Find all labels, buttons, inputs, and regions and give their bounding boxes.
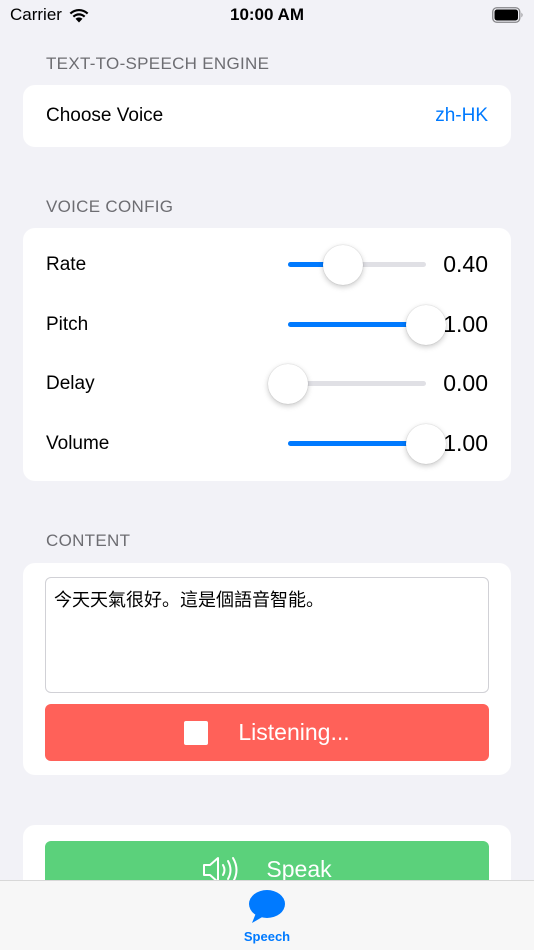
tab-speech-label: Speech xyxy=(243,929,291,944)
pitch-label: Pitch xyxy=(46,314,89,335)
rate-row: Rate 0.40 xyxy=(23,243,511,287)
stop-icon xyxy=(184,720,209,745)
rate-slider[interactable] xyxy=(288,245,426,285)
pitch-slider-thumb[interactable] xyxy=(406,305,446,345)
tab-bar: Speech xyxy=(0,880,534,950)
volume-slider[interactable] xyxy=(288,424,446,464)
rate-label: Rate xyxy=(46,254,87,275)
status-bar: Carrier 10:00 AM xyxy=(0,0,534,30)
delay-slider[interactable] xyxy=(268,364,426,404)
delay-value: 0.00 xyxy=(443,370,488,396)
content-card: 今天天氣很好。這是個語音智能。 Listening... xyxy=(23,563,511,775)
choose-voice-label: Choose Voice xyxy=(46,105,164,126)
volume-slider-thumb[interactable] xyxy=(406,424,446,464)
speech-bubble-icon xyxy=(249,890,285,923)
voice-value[interactable]: zh-HK xyxy=(435,105,488,127)
screen: Carrier 10:00 AM TEXT-TO-SPEECH ENGINE C… xyxy=(0,0,534,950)
delay-row: Delay 0.00 xyxy=(23,362,511,406)
choose-voice-row[interactable]: Choose Voice zh-HK xyxy=(23,85,511,147)
volume-row: Volume 1.00 xyxy=(23,422,511,466)
delay-slider-thumb[interactable] xyxy=(268,364,308,404)
tab-speech[interactable]: Speech xyxy=(227,889,307,944)
engine-section-title: TEXT-TO-SPEECH ENGINE xyxy=(46,54,270,73)
listening-label: Listening... xyxy=(238,719,350,745)
rate-slider-thumb[interactable] xyxy=(323,245,364,285)
voice-config-title: VOICE CONFIG xyxy=(46,197,174,216)
volume-label: Volume xyxy=(46,433,110,454)
engine-card: Choose Voice zh-HK xyxy=(23,85,511,147)
delay-label: Delay xyxy=(46,373,95,394)
pitch-row: Pitch 1.00 xyxy=(23,303,511,347)
voice-config-card: Rate 0.40 Pitch 1.00 Delay 0.00 Volume 1… xyxy=(23,228,511,481)
content-textarea[interactable]: 今天天氣很好。這是個語音智能。 xyxy=(45,577,489,693)
volume-value: 1.00 xyxy=(443,430,488,456)
pitch-slider[interactable] xyxy=(288,305,446,345)
rate-value: 0.40 xyxy=(443,251,488,277)
content-section-title: CONTENT xyxy=(46,531,131,550)
listening-button[interactable]: Listening... xyxy=(45,704,489,761)
status-time: 10:00 AM xyxy=(229,5,304,24)
battery-icon xyxy=(492,7,523,23)
pitch-value: 1.00 xyxy=(443,311,488,337)
speak-label: Speak xyxy=(266,856,332,882)
